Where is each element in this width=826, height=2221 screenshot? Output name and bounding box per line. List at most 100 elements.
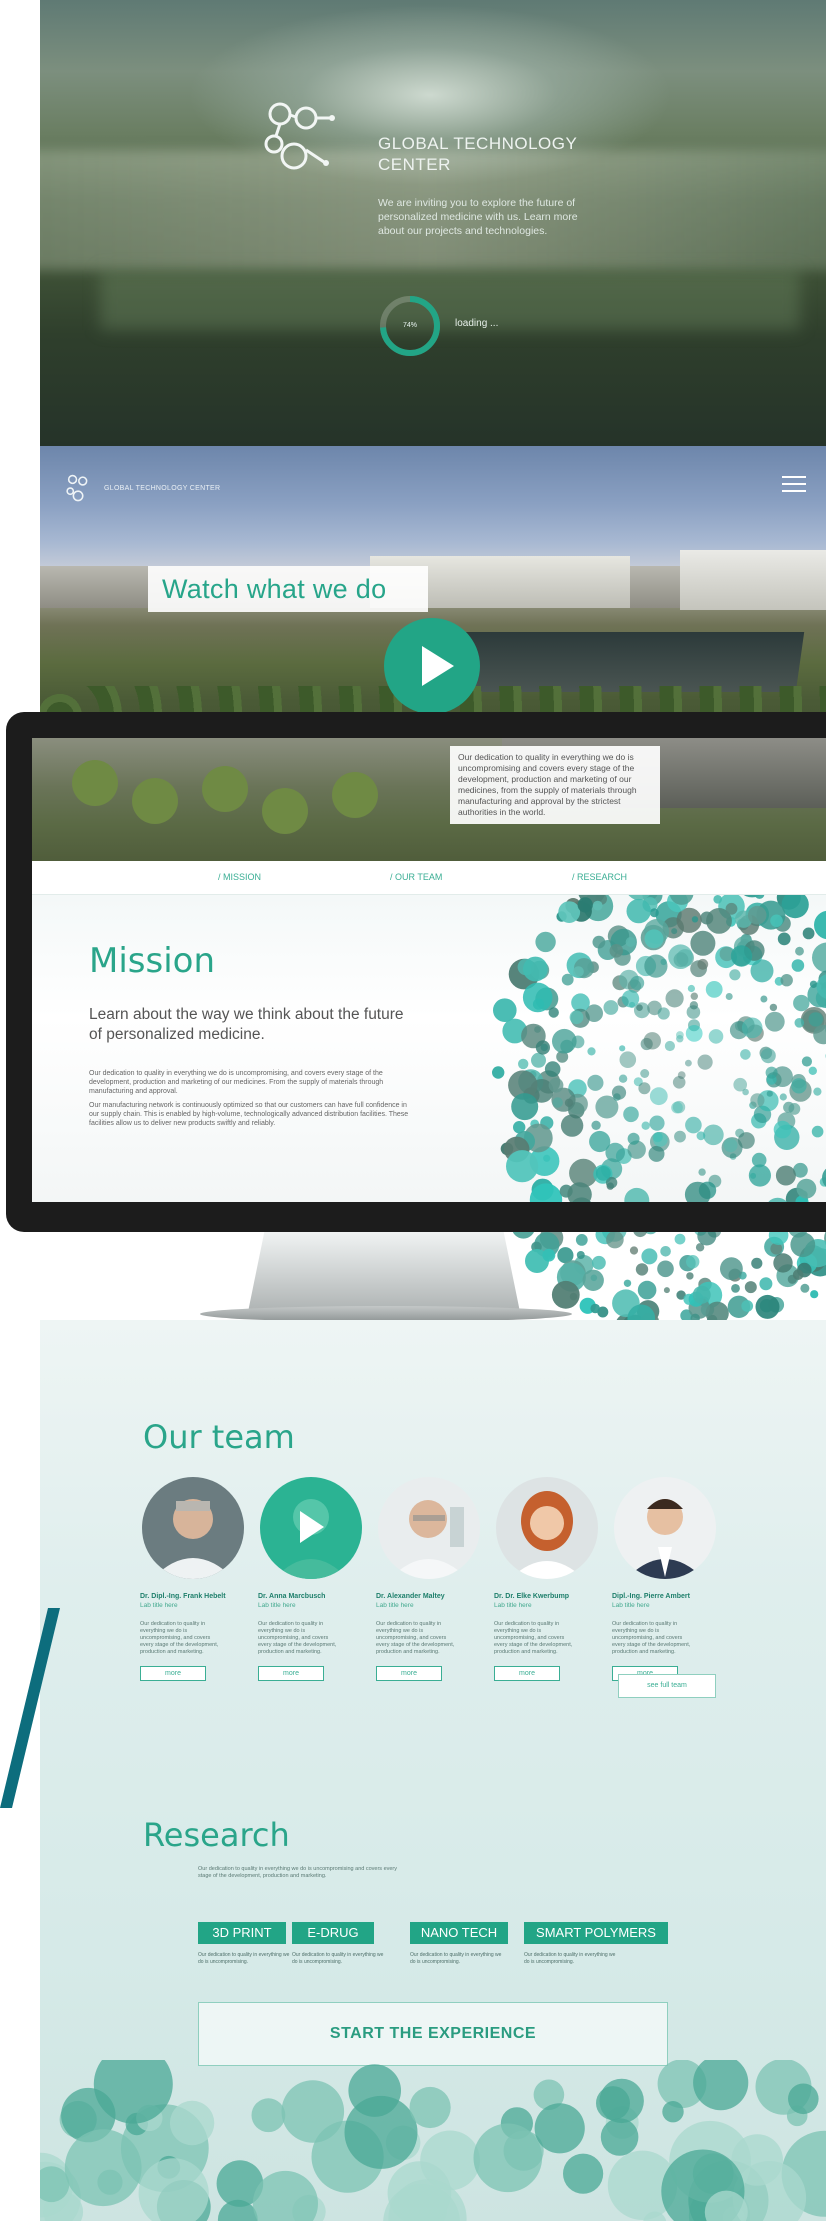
- particle: [660, 1246, 671, 1257]
- research-tag-description: Our dedication to quality in everything …: [410, 1952, 502, 1965]
- particle: [691, 916, 699, 923]
- particle: [592, 1255, 606, 1270]
- particle: [685, 1059, 692, 1067]
- particle: [548, 1077, 564, 1093]
- particle: [493, 998, 517, 1022]
- mission-body-1: Our dedication to quality in everything …: [89, 1070, 384, 1095]
- molecule: [473, 2123, 543, 2193]
- avatar[interactable]: [260, 1477, 362, 1579]
- particle: [621, 990, 640, 1008]
- monitor-screen: Our dedication to quality in everything …: [32, 738, 826, 1202]
- particle: [741, 1300, 754, 1312]
- particle: [676, 1031, 684, 1039]
- monitor-stand: [248, 1232, 520, 1312]
- particle: [664, 1040, 675, 1052]
- particle: [697, 1054, 713, 1070]
- nav-our-team[interactable]: / OUR TEAM: [390, 872, 442, 882]
- particle: [611, 1085, 627, 1100]
- particle: [692, 1285, 711, 1304]
- particle: [587, 1047, 596, 1056]
- member-role: Lab title here: [494, 1602, 532, 1609]
- particle: [687, 984, 695, 993]
- particle: [590, 1303, 600, 1314]
- particle: [618, 1074, 628, 1083]
- particle: [623, 1279, 632, 1287]
- team-member: Dr. Alexander Maltey Lab title here Our …: [376, 1477, 491, 1681]
- molecule: [348, 2064, 402, 2117]
- small-logo-icon[interactable]: [64, 474, 96, 506]
- particle: [558, 901, 581, 923]
- nav-research[interactable]: / RESEARCH: [572, 872, 627, 882]
- particle: [492, 1066, 505, 1079]
- avatar[interactable]: [614, 1477, 716, 1579]
- avatar[interactable]: [378, 1477, 480, 1579]
- particle: [794, 1018, 805, 1028]
- particle: [591, 1120, 601, 1130]
- particle: [623, 1106, 639, 1123]
- avatar[interactable]: [496, 1477, 598, 1579]
- team-member: Dr. Dipl.-Ing. Frank Hebelt Lab title he…: [140, 1477, 255, 1681]
- nav-mission[interactable]: / MISSION: [218, 872, 261, 882]
- research-tag-nano-tech[interactable]: NANO TECH: [410, 1922, 508, 1944]
- more-button[interactable]: more: [258, 1666, 324, 1681]
- particle: [640, 1069, 650, 1078]
- see-full-team-button[interactable]: see full team: [618, 1674, 716, 1698]
- research-tag-e-drug[interactable]: E-DRUG: [292, 1922, 374, 1944]
- more-button[interactable]: more: [376, 1666, 442, 1681]
- particle: [665, 989, 684, 1008]
- particle: [811, 1125, 824, 1138]
- member-role: Lab title here: [258, 1602, 296, 1609]
- hamburger-icon[interactable]: [782, 476, 806, 494]
- particle: [814, 910, 826, 940]
- particle: [649, 908, 659, 918]
- particle: [690, 930, 716, 956]
- research-tag-3d-print[interactable]: 3D PRINT: [198, 1922, 286, 1944]
- particle: [698, 1168, 706, 1176]
- play-icon[interactable]: [384, 618, 480, 714]
- member-name: Dipl.-Ing. Pierre Ambert: [612, 1593, 690, 1600]
- mission-section: Mission Learn about the way we think abo…: [32, 895, 826, 1202]
- particle: [791, 959, 805, 972]
- particle: [796, 1178, 817, 1199]
- photo-caption: Our dedication to quality in everything …: [450, 746, 660, 824]
- particle: [592, 900, 603, 911]
- particle: [760, 995, 768, 1003]
- particle: [506, 1150, 539, 1183]
- progress-percent: 74%: [402, 322, 417, 329]
- particle: [609, 944, 624, 958]
- particle: [644, 929, 664, 949]
- research-title: Research: [143, 1816, 290, 1854]
- particle: [671, 928, 678, 935]
- small-brand: GLOBAL TECHNOLOGY CENTER: [104, 485, 221, 492]
- molecule: [64, 2129, 142, 2207]
- particle: [511, 1093, 539, 1121]
- particle: [759, 1277, 773, 1291]
- start-experience-button[interactable]: START THE EXPERIENCE: [198, 2002, 668, 2066]
- particle: [748, 1164, 771, 1187]
- particle: [725, 902, 738, 915]
- molecules-image: [40, 2060, 826, 2221]
- particle: [777, 932, 791, 946]
- particle: [764, 1011, 785, 1032]
- more-button[interactable]: more: [494, 1666, 560, 1681]
- particle: [595, 1095, 619, 1119]
- particle: [636, 1004, 643, 1011]
- particle: [765, 1066, 778, 1079]
- particle: [582, 1269, 604, 1291]
- particle: [708, 1029, 724, 1044]
- avatar[interactable]: [142, 1477, 244, 1579]
- member-description: Our dedication to quality in everything …: [612, 1621, 691, 1655]
- mission-sphere-image: [428, 895, 826, 1202]
- molecule: [534, 2103, 585, 2154]
- page: GLOBAL TECHNOLOGY CENTER We are inviting…: [0, 0, 826, 2221]
- particle: [775, 1165, 796, 1186]
- member-role: Lab title here: [376, 1602, 414, 1609]
- particle: [627, 1132, 640, 1145]
- particle: [802, 927, 815, 940]
- research-tag-smart-polymers[interactable]: SMART POLYMERS: [524, 1922, 668, 1944]
- particle: [808, 1066, 817, 1075]
- molecule: [788, 2083, 819, 2115]
- more-button[interactable]: more: [140, 1666, 206, 1681]
- particle: [754, 895, 765, 899]
- particle: [671, 1101, 683, 1114]
